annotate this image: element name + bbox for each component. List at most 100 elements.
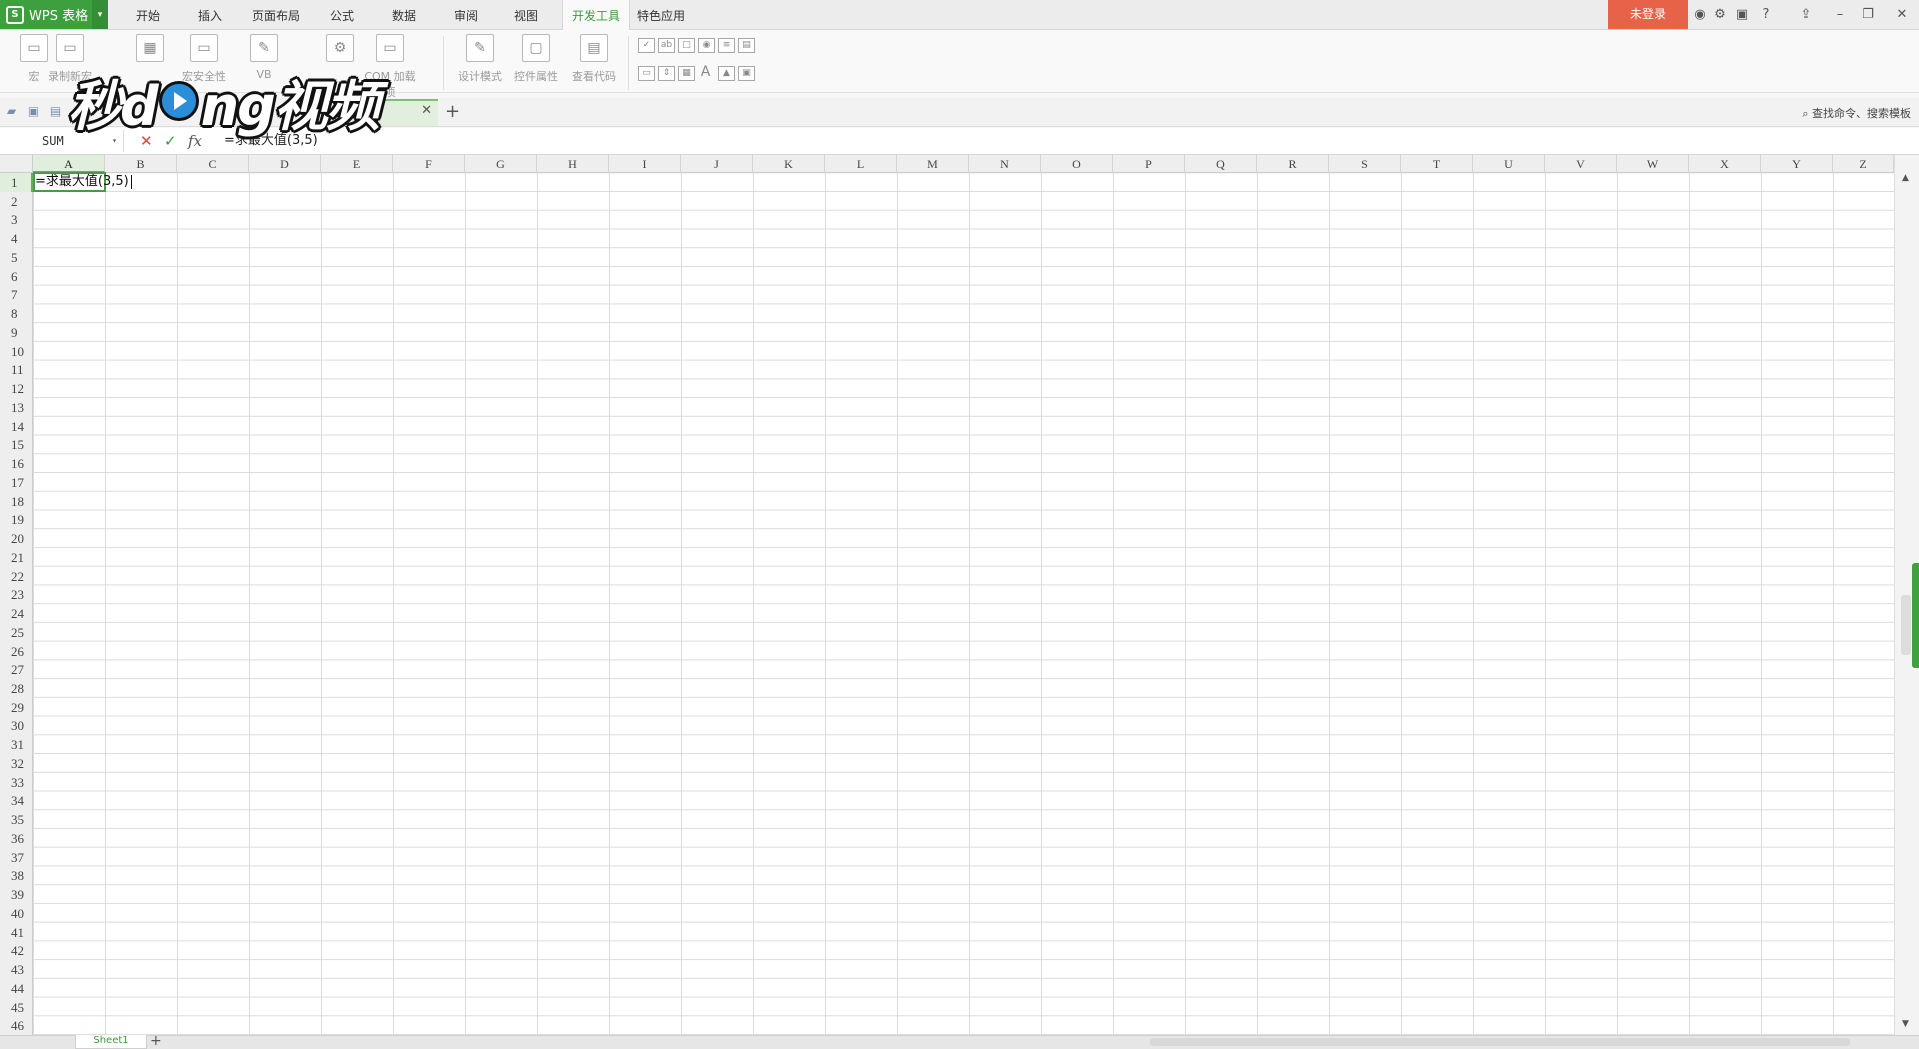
row-header[interactable]: 39 <box>0 885 33 905</box>
row-header[interactable]: 17 <box>0 472 33 492</box>
row-header[interactable]: 15 <box>0 435 33 455</box>
column-header[interactable]: P <box>1113 155 1185 173</box>
column-header[interactable]: Q <box>1185 155 1257 173</box>
menu-tab[interactable]: 审阅 <box>444 0 488 29</box>
column-header[interactable]: X <box>1689 155 1761 173</box>
row-header[interactable]: 2 <box>0 191 33 211</box>
row-header[interactable]: 12 <box>0 379 33 399</box>
row-header[interactable]: 8 <box>0 304 33 324</box>
row-header[interactable]: 23 <box>0 585 33 605</box>
more-controls-icon[interactable]: ▣ <box>738 66 755 81</box>
column-header[interactable]: Y <box>1761 155 1833 173</box>
column-header[interactable]: U <box>1473 155 1545 173</box>
app-menu-caret-icon[interactable]: ▾ <box>92 0 108 29</box>
column-header[interactable]: H <box>537 155 609 173</box>
row-header[interactable]: 41 <box>0 922 33 942</box>
column-header[interactable]: I <box>609 155 681 173</box>
column-header[interactable]: J <box>681 155 753 173</box>
menu-tab[interactable]: 公式 <box>320 0 364 29</box>
column-header[interactable]: S <box>1329 155 1401 173</box>
row-header[interactable]: 3 <box>0 210 33 230</box>
minimize-icon[interactable]: – <box>1832 7 1848 23</box>
row-header[interactable]: 31 <box>0 735 33 755</box>
listbox-control-icon[interactable]: ≡ <box>718 38 735 53</box>
label-control-icon[interactable]: A <box>698 65 713 79</box>
side-panel-toggle[interactable] <box>1912 563 1919 668</box>
row-header[interactable]: 6 <box>0 266 33 286</box>
column-header[interactable]: F <box>393 155 465 173</box>
new-tab-button[interactable]: + <box>445 101 460 122</box>
checkbox-control-icon[interactable]: ✓ <box>638 38 655 53</box>
row-header[interactable]: 45 <box>0 997 33 1017</box>
column-header[interactable]: B <box>105 155 177 173</box>
frame-control-icon[interactable]: ▦ <box>678 66 695 81</box>
row-header[interactable]: 28 <box>0 678 33 698</box>
row-header[interactable]: 19 <box>0 510 33 530</box>
row-header[interactable]: 46 <box>0 1016 33 1036</box>
column-header[interactable]: W <box>1617 155 1689 173</box>
row-header[interactable]: 42 <box>0 941 33 961</box>
row-header[interactable]: 40 <box>0 903 33 923</box>
select-all-corner[interactable] <box>0 155 33 173</box>
restore-icon[interactable]: ❐ <box>1860 7 1876 23</box>
skin-icon[interactable]: ▣ <box>1734 7 1750 23</box>
row-header[interactable]: 10 <box>0 341 33 361</box>
ribbon-button[interactable]: ✎ 设计模式 <box>452 34 508 88</box>
row-header[interactable]: 32 <box>0 753 33 773</box>
settings-icon[interactable]: ⚙ <box>1712 7 1728 23</box>
radio-control-icon[interactable]: ◉ <box>698 38 715 53</box>
sheet-tab[interactable]: Sheet1 <box>75 1035 147 1049</box>
ribbon-button[interactable]: ▤ 查看代码 <box>566 34 622 88</box>
menu-tab[interactable]: 页面布局 <box>246 0 306 29</box>
menu-tab[interactable]: 数据 <box>382 0 426 29</box>
print-icon[interactable]: ▤ <box>48 104 63 119</box>
app-menu-button[interactable]: S WPS 表格 ▾ <box>0 0 108 29</box>
row-header[interactable]: 7 <box>0 285 33 305</box>
row-header[interactable]: 30 <box>0 716 33 736</box>
scrollbar-control-icon[interactable]: ▭ <box>638 66 655 81</box>
row-header[interactable]: 36 <box>0 828 33 848</box>
column-header[interactable]: T <box>1401 155 1473 173</box>
menu-tab[interactable]: 开发工具 <box>562 0 630 30</box>
close-tab-icon[interactable]: ✕ <box>421 103 432 118</box>
column-header[interactable]: E <box>321 155 393 173</box>
column-header[interactable]: A <box>33 155 105 173</box>
add-sheet-button[interactable]: + <box>150 1033 162 1049</box>
row-header[interactable]: 34 <box>0 791 33 811</box>
row-header[interactable]: 44 <box>0 978 33 998</box>
row-header[interactable]: 21 <box>0 547 33 567</box>
column-header[interactable]: O <box>1041 155 1113 173</box>
row-header[interactable]: 14 <box>0 416 33 436</box>
button-control-icon[interactable]: □ <box>678 38 695 53</box>
row-header[interactable]: 26 <box>0 641 33 661</box>
row-header[interactable]: 9 <box>0 322 33 342</box>
column-header[interactable]: Z <box>1833 155 1894 173</box>
feedback-icon[interactable]: ◉ <box>1692 7 1708 23</box>
textbox-control-icon[interactable]: ab <box>658 38 675 53</box>
column-header[interactable]: M <box>897 155 969 173</box>
search-commands[interactable]: ⌕ 查找命令、搜索模板 <box>1802 105 1911 121</box>
row-header[interactable]: 4 <box>0 229 33 249</box>
row-header[interactable]: 5 <box>0 247 33 267</box>
row-header[interactable]: 20 <box>0 529 33 549</box>
row-header[interactable]: 27 <box>0 660 33 680</box>
horizontal-scrollbar[interactable] <box>1150 1038 1850 1046</box>
row-header[interactable]: 22 <box>0 566 33 586</box>
help-icon[interactable]: ? <box>1758 7 1774 23</box>
row-header[interactable]: 16 <box>0 454 33 474</box>
ribbon-button[interactable]: ▢ 控件属性 <box>508 34 564 88</box>
menu-tab[interactable]: 视图 <box>504 0 548 29</box>
column-header[interactable]: V <box>1545 155 1617 173</box>
column-header[interactable]: D <box>249 155 321 173</box>
column-header[interactable]: R <box>1257 155 1329 173</box>
row-header[interactable]: 13 <box>0 397 33 417</box>
row-header[interactable]: 33 <box>0 772 33 792</box>
save-icon[interactable]: ▣ <box>26 104 41 119</box>
row-header[interactable]: 1 <box>0 173 33 192</box>
row-header[interactable]: 43 <box>0 960 33 980</box>
image-control-icon[interactable]: ▲ <box>718 66 735 81</box>
column-header[interactable]: L <box>825 155 897 173</box>
row-header[interactable]: 37 <box>0 847 33 867</box>
menu-tab[interactable]: 插入 <box>188 0 232 29</box>
row-header[interactable]: 24 <box>0 604 33 624</box>
